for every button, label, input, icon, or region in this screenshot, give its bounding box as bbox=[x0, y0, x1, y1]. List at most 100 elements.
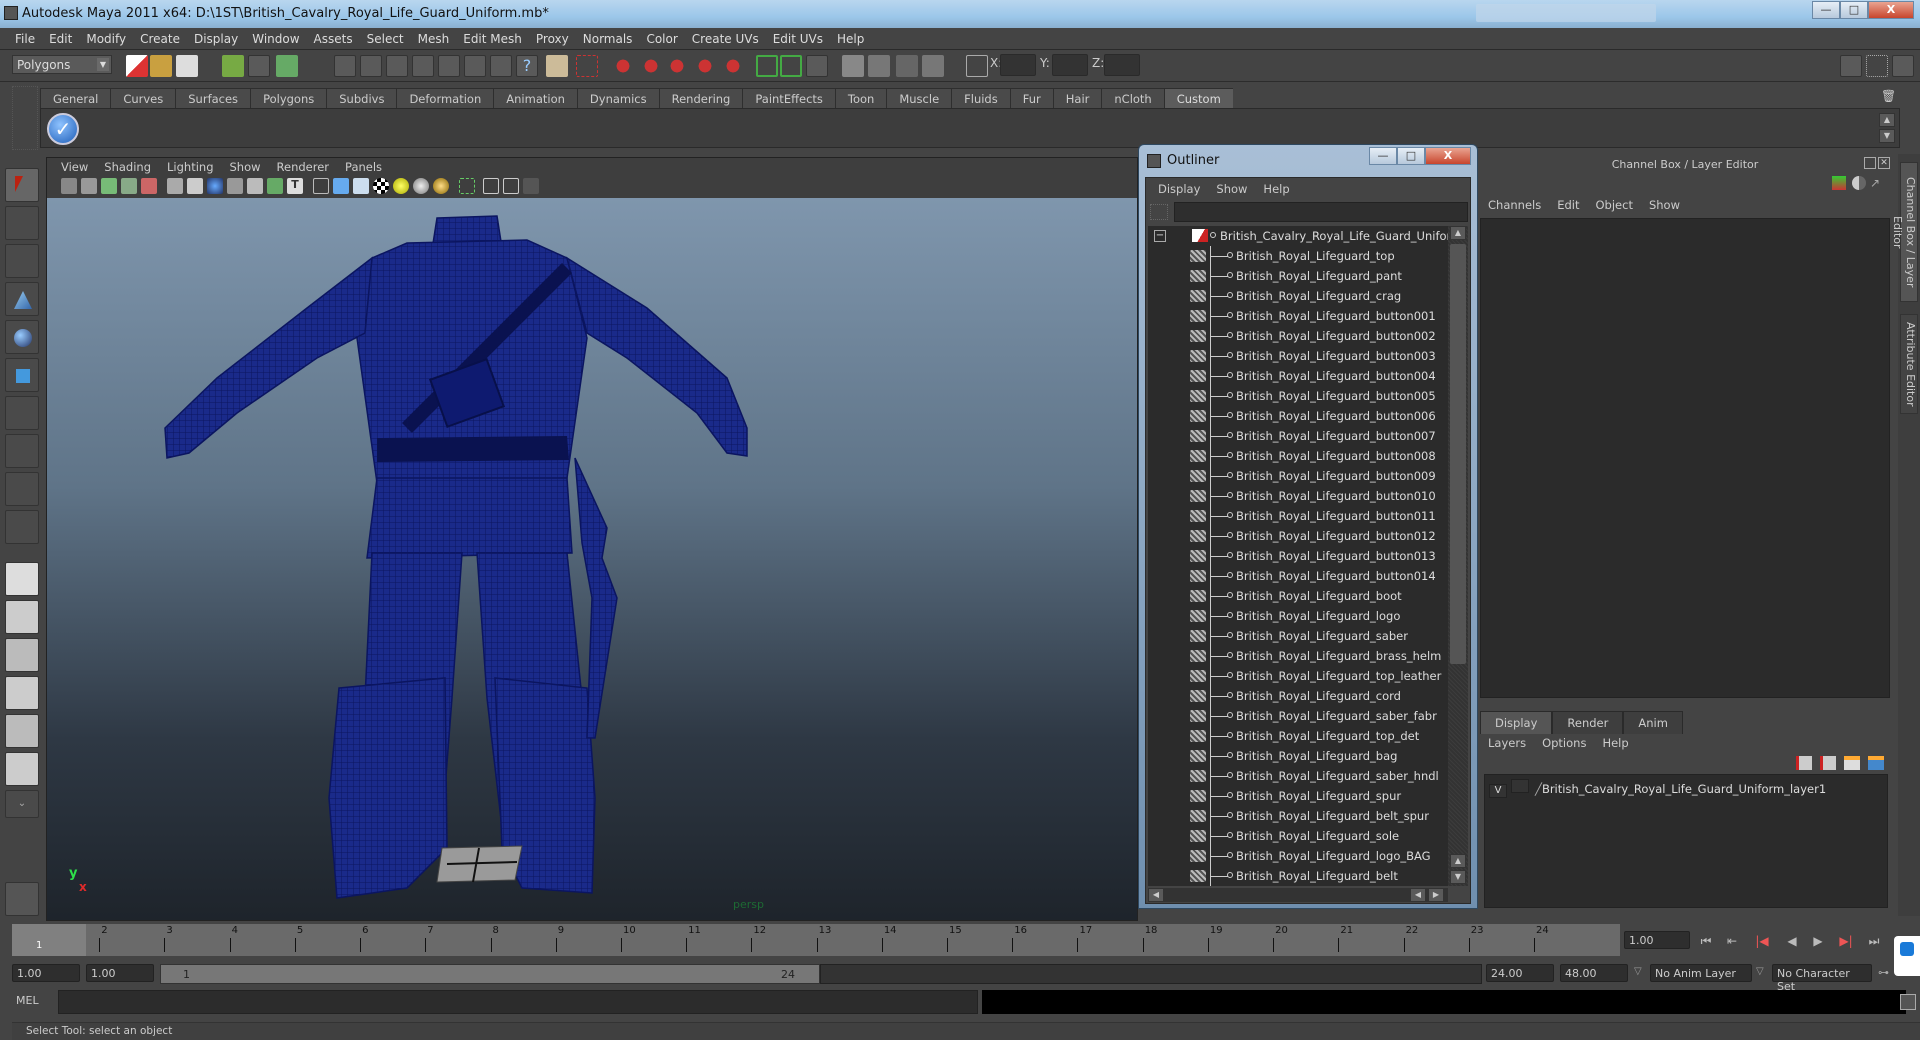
outliner-item[interactable]: British_Royal_Lifeguard_saber bbox=[1148, 626, 1448, 646]
outliner-item[interactable]: British_Royal_Lifeguard_pant bbox=[1148, 266, 1448, 286]
outliner-horizontal-scrollbar[interactable]: ◀ ◀ ▶ bbox=[1148, 888, 1448, 902]
layer-tab-display[interactable]: Display bbox=[1480, 711, 1553, 734]
shelf-tab-fur[interactable]: Fur bbox=[1009, 88, 1053, 108]
perspective-viewport[interactable]: y x persp bbox=[47, 198, 1137, 920]
anim-layer-dropdown[interactable]: No Anim Layer bbox=[1650, 964, 1752, 982]
shelf-tab-muscle[interactable]: Muscle bbox=[886, 88, 952, 108]
all-lights-icon[interactable] bbox=[413, 178, 429, 194]
wireframe-on-shaded-icon[interactable] bbox=[353, 178, 369, 194]
render-view-icon[interactable] bbox=[842, 55, 864, 77]
step-back-key-button[interactable]: ⇤ bbox=[1722, 934, 1742, 950]
wireframe-icon[interactable] bbox=[313, 178, 329, 194]
shelf-tab-hair[interactable]: Hair bbox=[1052, 88, 1102, 108]
film-gate-icon[interactable] bbox=[187, 178, 203, 194]
panel-menu-shading[interactable]: Shading bbox=[96, 158, 159, 176]
outliner-item[interactable]: British_Royal_Lifeguard_button009 bbox=[1148, 466, 1448, 486]
new-scene-icon[interactable] bbox=[126, 55, 148, 77]
four-view-layout-icon[interactable] bbox=[5, 600, 39, 634]
outliner-item[interactable]: British_Royal_Lifeguard_sole bbox=[1148, 826, 1448, 846]
persp-outliner-graph-layout-icon[interactable] bbox=[5, 752, 39, 786]
maximize-button[interactable]: □ bbox=[1840, 1, 1868, 19]
shelf-tab-animation[interactable]: Animation bbox=[493, 88, 577, 108]
trash-icon[interactable]: 🗑 bbox=[1881, 89, 1896, 105]
layer-type-toggle[interactable] bbox=[1511, 779, 1529, 793]
new-empty-layer-icon[interactable] bbox=[1844, 756, 1860, 770]
outliner-item[interactable]: British_Royal_Lifeguard_saber_hndl bbox=[1148, 766, 1448, 786]
x-field[interactable] bbox=[1000, 54, 1036, 76]
panel-menu-lighting[interactable]: Lighting bbox=[159, 158, 221, 176]
cb-menu-object[interactable]: Object bbox=[1588, 194, 1641, 216]
menu-modify[interactable]: Modify bbox=[79, 28, 133, 49]
isolate-select-icon[interactable] bbox=[459, 178, 475, 194]
node-share-icon[interactable] bbox=[523, 178, 539, 194]
outliner-item[interactable]: British_Royal_Lifeguard_button013 bbox=[1148, 546, 1448, 566]
shelf-tab-dynamics[interactable]: Dynamics bbox=[576, 88, 659, 108]
outliner-item[interactable]: British_Royal_Lifeguard_belt_spur bbox=[1148, 806, 1448, 826]
side-tab-channel-box[interactable]: Channel Box / Layer Editor bbox=[1891, 162, 1918, 302]
open-scene-icon[interactable] bbox=[150, 55, 172, 77]
cb-menu-edit[interactable]: Edit bbox=[1549, 194, 1587, 216]
outliner-item[interactable]: British_Royal_Lifeguard_button008 bbox=[1148, 446, 1448, 466]
outliner-minimize-button[interactable]: — bbox=[1369, 147, 1397, 165]
resolution-gate-icon[interactable] bbox=[207, 178, 223, 194]
outliner-persp-layout-icon[interactable] bbox=[5, 638, 39, 672]
shelf-menu-handle[interactable] bbox=[12, 86, 38, 150]
magnet-grid-icon[interactable] bbox=[612, 55, 634, 77]
scroll-right-button[interactable]: ▶ bbox=[1428, 888, 1444, 902]
outliner-item[interactable]: British_Royal_Lifeguard_saber_fabr bbox=[1148, 706, 1448, 726]
menu-edit-mesh[interactable]: Edit Mesh bbox=[456, 28, 529, 49]
default-lighting-icon[interactable] bbox=[393, 178, 409, 194]
smooth-shade-icon[interactable] bbox=[333, 178, 349, 194]
panel-menu-panels[interactable]: Panels bbox=[337, 158, 390, 176]
outliner-item[interactable]: British_Royal_Lifeguard_button014 bbox=[1148, 566, 1448, 586]
scroll-left-button-right[interactable]: ◀ bbox=[1410, 888, 1426, 902]
save-scene-icon[interactable] bbox=[176, 55, 198, 77]
layer-menu-options[interactable]: Options bbox=[1534, 732, 1594, 754]
select-tool-icon[interactable] bbox=[5, 168, 39, 202]
xray-joints-icon[interactable] bbox=[503, 178, 519, 194]
shelf-tab-rendering[interactable]: Rendering bbox=[658, 88, 743, 108]
shelf-scroll-down-button[interactable]: ▼ bbox=[1879, 129, 1895, 143]
gate-mask-icon[interactable] bbox=[227, 178, 243, 194]
step-forward-frame-button[interactable]: ▶| bbox=[1836, 934, 1856, 950]
snap-grid-icon[interactable] bbox=[334, 55, 356, 77]
help-icon[interactable]: ? bbox=[516, 55, 538, 77]
outliner-menu-display[interactable]: Display bbox=[1150, 178, 1208, 200]
select-hierarchy-icon[interactable] bbox=[222, 55, 244, 77]
key-icon[interactable]: ⊶ bbox=[1878, 966, 1889, 979]
menu-assets[interactable]: Assets bbox=[307, 28, 360, 49]
playback-end-field[interactable]: 24.00 bbox=[1486, 964, 1554, 982]
single-perspective-layout-icon[interactable] bbox=[5, 562, 39, 596]
menu-select[interactable]: Select bbox=[360, 28, 411, 49]
particles-icon[interactable] bbox=[490, 55, 512, 77]
rotate-tool-icon[interactable] bbox=[5, 320, 39, 354]
scroll-up-button[interactable]: ▲ bbox=[1450, 226, 1466, 240]
layer-tab-render[interactable]: Render bbox=[1552, 711, 1624, 734]
check-shelf-icon[interactable]: ✓ bbox=[47, 113, 79, 145]
snap-point-icon[interactable] bbox=[386, 55, 408, 77]
cb-menu-show[interactable]: Show bbox=[1641, 194, 1688, 216]
menu-color[interactable]: Color bbox=[639, 28, 684, 49]
scroll-down-button[interactable]: ▼ bbox=[1450, 870, 1466, 884]
outliner-item[interactable]: British_Royal_Lifeguard_cord bbox=[1148, 686, 1448, 706]
render-settings-icon[interactable] bbox=[922, 55, 944, 77]
start-time-field[interactable]: 1.00 bbox=[12, 964, 80, 982]
outliner-item[interactable]: British_Royal_Lifeguard_button003 bbox=[1148, 346, 1448, 366]
menu-create[interactable]: Create bbox=[133, 28, 187, 49]
outliner-menu-show[interactable]: Show bbox=[1208, 178, 1255, 200]
command-input[interactable] bbox=[58, 990, 978, 1014]
scroll-up-button-lower[interactable]: ▲ bbox=[1450, 854, 1466, 868]
outliner-item[interactable]: British_Royal_Lifeguard_button004 bbox=[1148, 366, 1448, 386]
menu-set-dropdown[interactable]: Polygons ▼ bbox=[12, 55, 112, 74]
two-d-pan-zoom-icon[interactable] bbox=[141, 178, 157, 194]
magnet-live-icon[interactable] bbox=[722, 55, 744, 77]
transform-mode-icon[interactable] bbox=[966, 55, 988, 77]
shelf-tab-fluids[interactable]: Fluids bbox=[951, 88, 1010, 108]
filter-icon[interactable] bbox=[1150, 204, 1168, 220]
outliner-item[interactable]: British_Royal_Lifeguard_bag bbox=[1148, 746, 1448, 766]
scale-tool-icon[interactable] bbox=[5, 358, 39, 392]
time-slider[interactable]: 123456789101112131415161718192021222324 bbox=[12, 924, 1620, 956]
input-ops-icon[interactable] bbox=[756, 55, 778, 77]
current-frame-indicator[interactable]: 1 bbox=[12, 924, 86, 956]
outliner-item[interactable]: British_Royal_Lifeguard_logo bbox=[1148, 606, 1448, 626]
